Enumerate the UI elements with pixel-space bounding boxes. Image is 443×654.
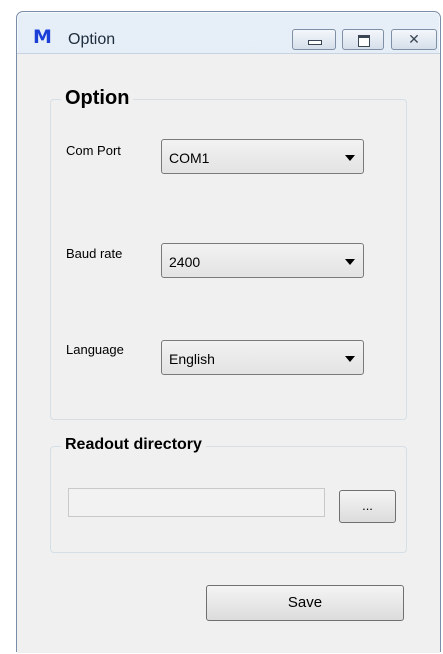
baud-rate-value: 2400 bbox=[169, 254, 201, 270]
readout-directory-groupbox: Readout directory ... bbox=[50, 436, 407, 553]
baud-rate-label: Baud rate bbox=[66, 246, 123, 261]
baud-rate-select[interactable]: 2400 bbox=[161, 243, 364, 278]
option-groupbox: Option Com Port COM1 Baud rate 2400 Lang… bbox=[50, 87, 407, 420]
browse-button[interactable]: ... bbox=[339, 490, 396, 523]
language-value: English bbox=[169, 351, 215, 367]
com-port-select[interactable]: COM1 bbox=[161, 139, 364, 174]
readout-group-title: Readout directory bbox=[61, 436, 206, 454]
com-port-label: Com Port bbox=[66, 143, 121, 158]
chevron-down-icon bbox=[345, 259, 355, 265]
option-window: M Option ✕ Option Com Port COM1 Baud rat… bbox=[16, 11, 441, 653]
save-button[interactable]: Save bbox=[206, 585, 404, 621]
readout-directory-field[interactable] bbox=[68, 488, 325, 517]
title-bar[interactable]: M Option ✕ bbox=[17, 12, 440, 50]
com-port-value: COM1 bbox=[169, 150, 210, 166]
close-button[interactable]: ✕ bbox=[391, 29, 437, 50]
chevron-down-icon bbox=[345, 155, 355, 161]
chevron-down-icon bbox=[345, 356, 355, 362]
minimize-button[interactable] bbox=[292, 29, 336, 50]
app-m-icon: M bbox=[33, 26, 52, 48]
minimize-icon bbox=[308, 40, 322, 45]
close-icon: ✕ bbox=[408, 31, 420, 47]
option-group-title: Option bbox=[61, 87, 134, 110]
maximize-icon bbox=[358, 35, 370, 47]
language-select[interactable]: English bbox=[161, 340, 364, 375]
window-title: Option bbox=[68, 31, 116, 48]
maximize-button[interactable] bbox=[342, 29, 384, 50]
client-area: Option Com Port COM1 Baud rate 2400 Lang… bbox=[17, 53, 440, 653]
language-label: Language bbox=[66, 342, 124, 357]
